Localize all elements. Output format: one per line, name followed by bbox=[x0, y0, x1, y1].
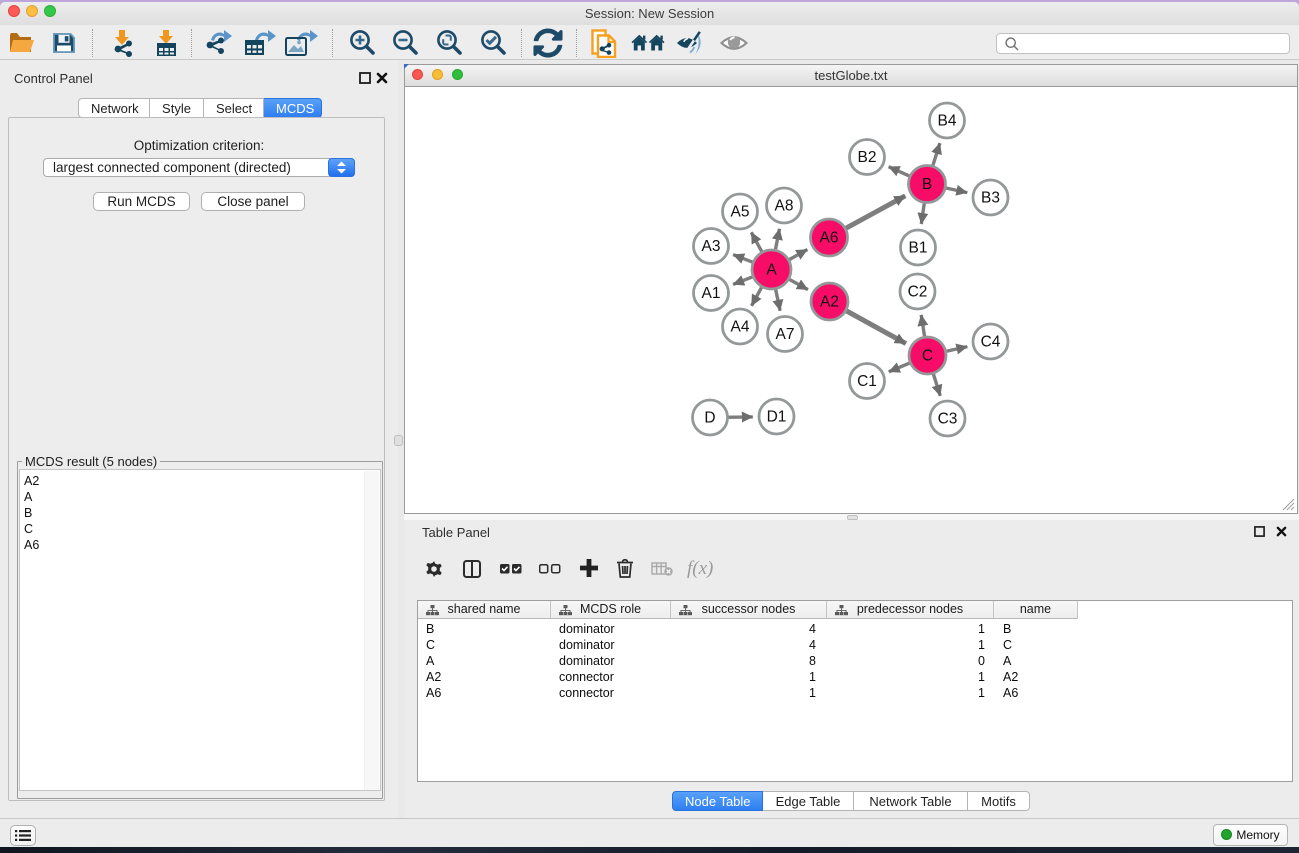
svg-text:B2: B2 bbox=[858, 149, 877, 166]
svg-text:B4: B4 bbox=[938, 113, 957, 130]
svg-text:A6: A6 bbox=[820, 230, 839, 247]
svg-text:A2: A2 bbox=[820, 294, 839, 311]
svg-text:C3: C3 bbox=[938, 411, 958, 428]
svg-text:C4: C4 bbox=[981, 334, 1001, 351]
svg-text:D1: D1 bbox=[767, 409, 787, 426]
svg-text:A7: A7 bbox=[776, 326, 795, 343]
svg-text:D: D bbox=[704, 410, 715, 427]
svg-text:A5: A5 bbox=[731, 204, 750, 221]
svg-text:C: C bbox=[922, 348, 933, 365]
svg-text:A8: A8 bbox=[775, 198, 794, 215]
svg-text:C2: C2 bbox=[908, 284, 928, 301]
svg-text:A: A bbox=[766, 262, 777, 279]
svg-text:A1: A1 bbox=[702, 285, 721, 302]
svg-text:A3: A3 bbox=[702, 238, 721, 255]
svg-text:B: B bbox=[922, 176, 932, 193]
svg-text:C1: C1 bbox=[857, 373, 877, 390]
svg-text:A4: A4 bbox=[731, 319, 750, 336]
svg-text:B3: B3 bbox=[981, 190, 1000, 207]
svg-text:B1: B1 bbox=[909, 240, 928, 257]
